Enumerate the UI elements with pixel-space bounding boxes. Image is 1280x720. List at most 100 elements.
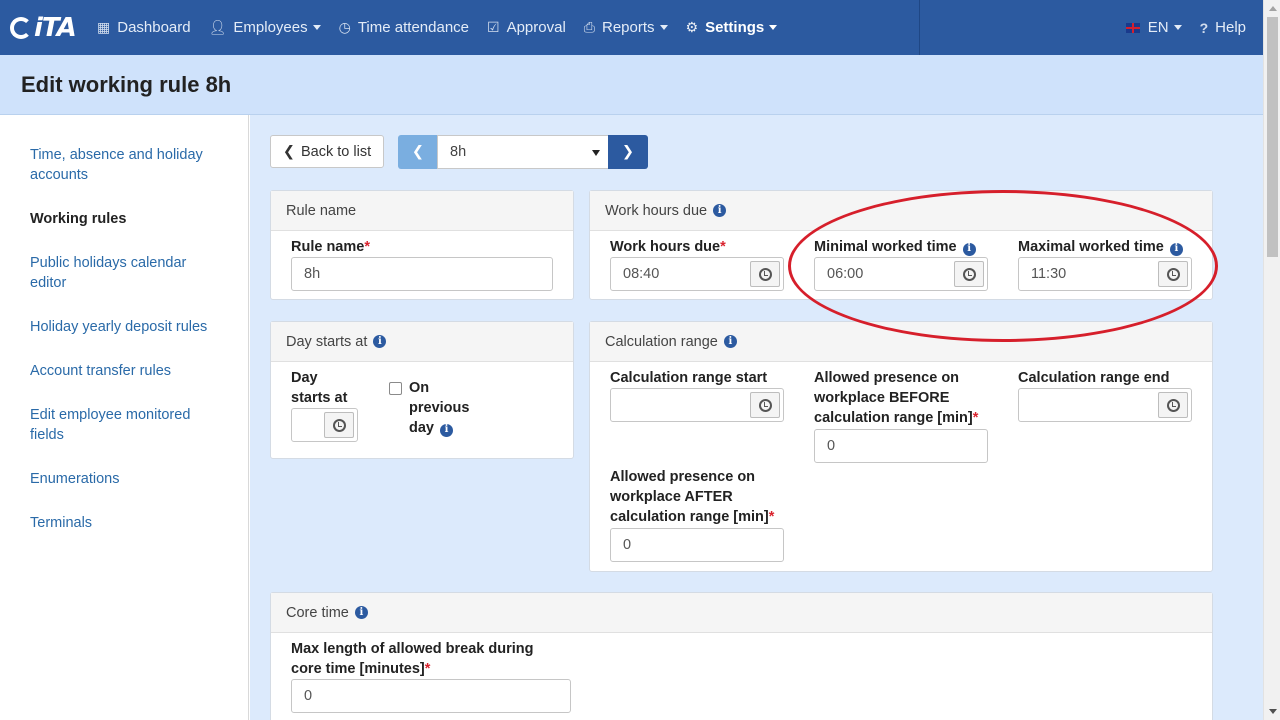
- info-icon[interactable]: i: [373, 335, 387, 348]
- time-picker-button[interactable]: [954, 261, 984, 287]
- scroll-down-arrow-icon[interactable]: [1269, 709, 1277, 714]
- clock-icon: [1166, 267, 1180, 281]
- sidebar-item-account-transfer[interactable]: Account transfer rules: [30, 361, 218, 381]
- presence-after-input[interactable]: 0: [610, 528, 784, 562]
- user-icon: 👤︎: [208, 19, 227, 35]
- page-scrollbar[interactable]: [1263, 0, 1280, 720]
- check-square-icon: ☑: [487, 19, 500, 35]
- time-picker-button[interactable]: [1158, 392, 1188, 418]
- panel-title: Day starts at i: [271, 322, 573, 362]
- maximal-worked-time-label: Maximal worked time i: [1018, 237, 1183, 257]
- time-picker-button[interactable]: [750, 392, 780, 418]
- presence-before-label: Allowed presence on workplace BEFORE calcu…: [814, 370, 979, 426]
- printer-icon: ⎙: [583, 19, 595, 35]
- panel-title: Rule name: [271, 191, 573, 231]
- work-hours-due-input[interactable]: 08:40: [610, 257, 784, 291]
- sidebar-item-terminals[interactable]: Terminals: [30, 513, 218, 533]
- chevron-down-icon: [592, 150, 600, 156]
- calc-range-end-label: Calculation range end: [1018, 370, 1170, 386]
- language-selector[interactable]: EN: [1117, 0, 1191, 55]
- chevron-down-icon: [659, 25, 668, 30]
- nav-right: EN ? Help: [1117, 0, 1255, 55]
- sidebar-item-holidays-calendar[interactable]: Public holidays calendar editor: [30, 253, 200, 293]
- clock-icon: [962, 267, 976, 281]
- panel-title: Work hours due i: [590, 191, 1212, 231]
- sidebar-item-holiday-deposit[interactable]: Holiday yearly deposit rules: [30, 317, 218, 337]
- calc-range-start-label: Calculation range start: [610, 370, 768, 386]
- nav-approval[interactable]: ☑ Approval: [478, 0, 575, 55]
- gear-icon: ⚙: [685, 19, 699, 35]
- chevron-right-icon: ❯: [621, 144, 635, 160]
- nav-time-attendance[interactable]: ◷ Time attendance: [330, 0, 478, 55]
- settings-sidebar: Time, absence and holiday accounts Worki…: [0, 115, 249, 720]
- time-picker-button[interactable]: [1158, 261, 1188, 287]
- calc-range-end-input[interactable]: [1018, 388, 1192, 422]
- chevron-down-icon: [312, 25, 321, 30]
- minimal-worked-time-input[interactable]: 06:00: [814, 257, 988, 291]
- chevron-down-icon: [1173, 25, 1182, 30]
- chevron-down-icon: [769, 25, 778, 30]
- uk-flag-icon: [1125, 22, 1140, 33]
- presence-after-label: Allowed presence on workplace AFTER calcul…: [610, 469, 775, 525]
- info-icon[interactable]: i: [440, 423, 453, 437]
- panel-title: Calculation range i: [590, 322, 1212, 362]
- back-to-list-button[interactable]: ❮ Back to list: [270, 135, 384, 168]
- day-starts-label: Day starts at: [291, 370, 348, 406]
- chevron-left-icon: ❮: [282, 143, 296, 160]
- rule-select[interactable]: 8h: [437, 135, 609, 169]
- core-break-input[interactable]: 0: [291, 679, 571, 713]
- time-picker-button[interactable]: [324, 412, 354, 438]
- info-icon[interactable]: i: [1169, 242, 1183, 256]
- previous-rule-button[interactable]: ❮: [398, 135, 438, 169]
- previous-day-checkbox[interactable]: [389, 382, 402, 395]
- sidebar-item-working-rules[interactable]: Working rules: [30, 209, 218, 229]
- info-icon[interactable]: i: [354, 606, 368, 619]
- work-hours-due-label: Work hours due*: [610, 239, 726, 255]
- sidebar-item-enumerations[interactable]: Enumerations: [30, 469, 218, 489]
- info-icon[interactable]: i: [713, 204, 727, 217]
- nav-employees[interactable]: 👤︎ Employees: [200, 0, 330, 55]
- rule-name-label: Rule name*: [291, 239, 370, 255]
- main-nav: ▦ Dashboard 👤︎ Employees ◷ Time attendance …: [88, 0, 786, 55]
- nav-dashboard[interactable]: ▦ Dashboard: [88, 0, 200, 55]
- nav-divider: [919, 0, 920, 55]
- clock-icon: [1166, 398, 1180, 412]
- sidebar-item-accounts[interactable]: Time, absence and holiday accounts: [30, 145, 210, 185]
- page-header: Edit working rule 8h: [0, 55, 1263, 115]
- core-break-label: Max length of allowed break during core t…: [291, 641, 534, 677]
- calculation-range-panel: Calculation range i Calculation range sta…: [589, 321, 1213, 572]
- top-navbar: iTA ▦ Dashboard 👤︎ Employees ◷ Time attenda…: [0, 0, 1263, 55]
- rule-name-input[interactable]: 8h: [291, 257, 553, 291]
- grid-icon: ▦: [97, 19, 111, 35]
- help-link[interactable]: ? Help: [1191, 0, 1255, 55]
- calc-range-start-input[interactable]: [610, 388, 784, 422]
- panel-title: Core time i: [271, 593, 1212, 633]
- time-picker-button[interactable]: [750, 261, 780, 287]
- core-time-panel: Core time i Max length of allowed break d…: [270, 592, 1213, 720]
- next-rule-button[interactable]: ❯: [608, 135, 648, 169]
- presence-before-input[interactable]: 0: [814, 429, 988, 463]
- work-hours-panel: Work hours due i Work hours due* 08:40 Mi…: [589, 190, 1213, 300]
- previous-day-label: On previous day i: [409, 380, 470, 437]
- sidebar-item-monitored-fields[interactable]: Edit employee monitored fields: [30, 405, 205, 445]
- nav-settings[interactable]: ⚙ Settings: [677, 0, 787, 55]
- clock-icon: [758, 398, 772, 412]
- brand-logo[interactable]: iTA: [0, 0, 88, 55]
- day-starts-input[interactable]: [291, 408, 358, 442]
- minimal-worked-time-label: Minimal worked time i: [814, 237, 976, 257]
- info-icon[interactable]: i: [723, 335, 737, 348]
- info-icon[interactable]: i: [962, 242, 976, 256]
- main-content: ❮ Back to list ❮ 8h ❯ Rule name Rule nam…: [250, 115, 1263, 720]
- scroll-up-arrow-icon[interactable]: [1269, 6, 1277, 11]
- clock-icon: [332, 418, 346, 432]
- nav-reports[interactable]: ⎙ Reports: [575, 0, 677, 55]
- question-icon: ?: [1199, 19, 1209, 36]
- clock-icon: [758, 267, 772, 281]
- day-starts-panel: Day starts at i Day starts at On previous da…: [270, 321, 574, 459]
- rule-name-panel: Rule name Rule name* 8h: [270, 190, 574, 300]
- chevron-left-icon: ❮: [411, 144, 425, 160]
- clock-icon: ◷: [338, 19, 351, 35]
- scroll-thumb[interactable]: [1267, 17, 1278, 257]
- maximal-worked-time-input[interactable]: 11:30: [1018, 257, 1192, 291]
- page-title: Edit working rule 8h: [21, 71, 232, 97]
